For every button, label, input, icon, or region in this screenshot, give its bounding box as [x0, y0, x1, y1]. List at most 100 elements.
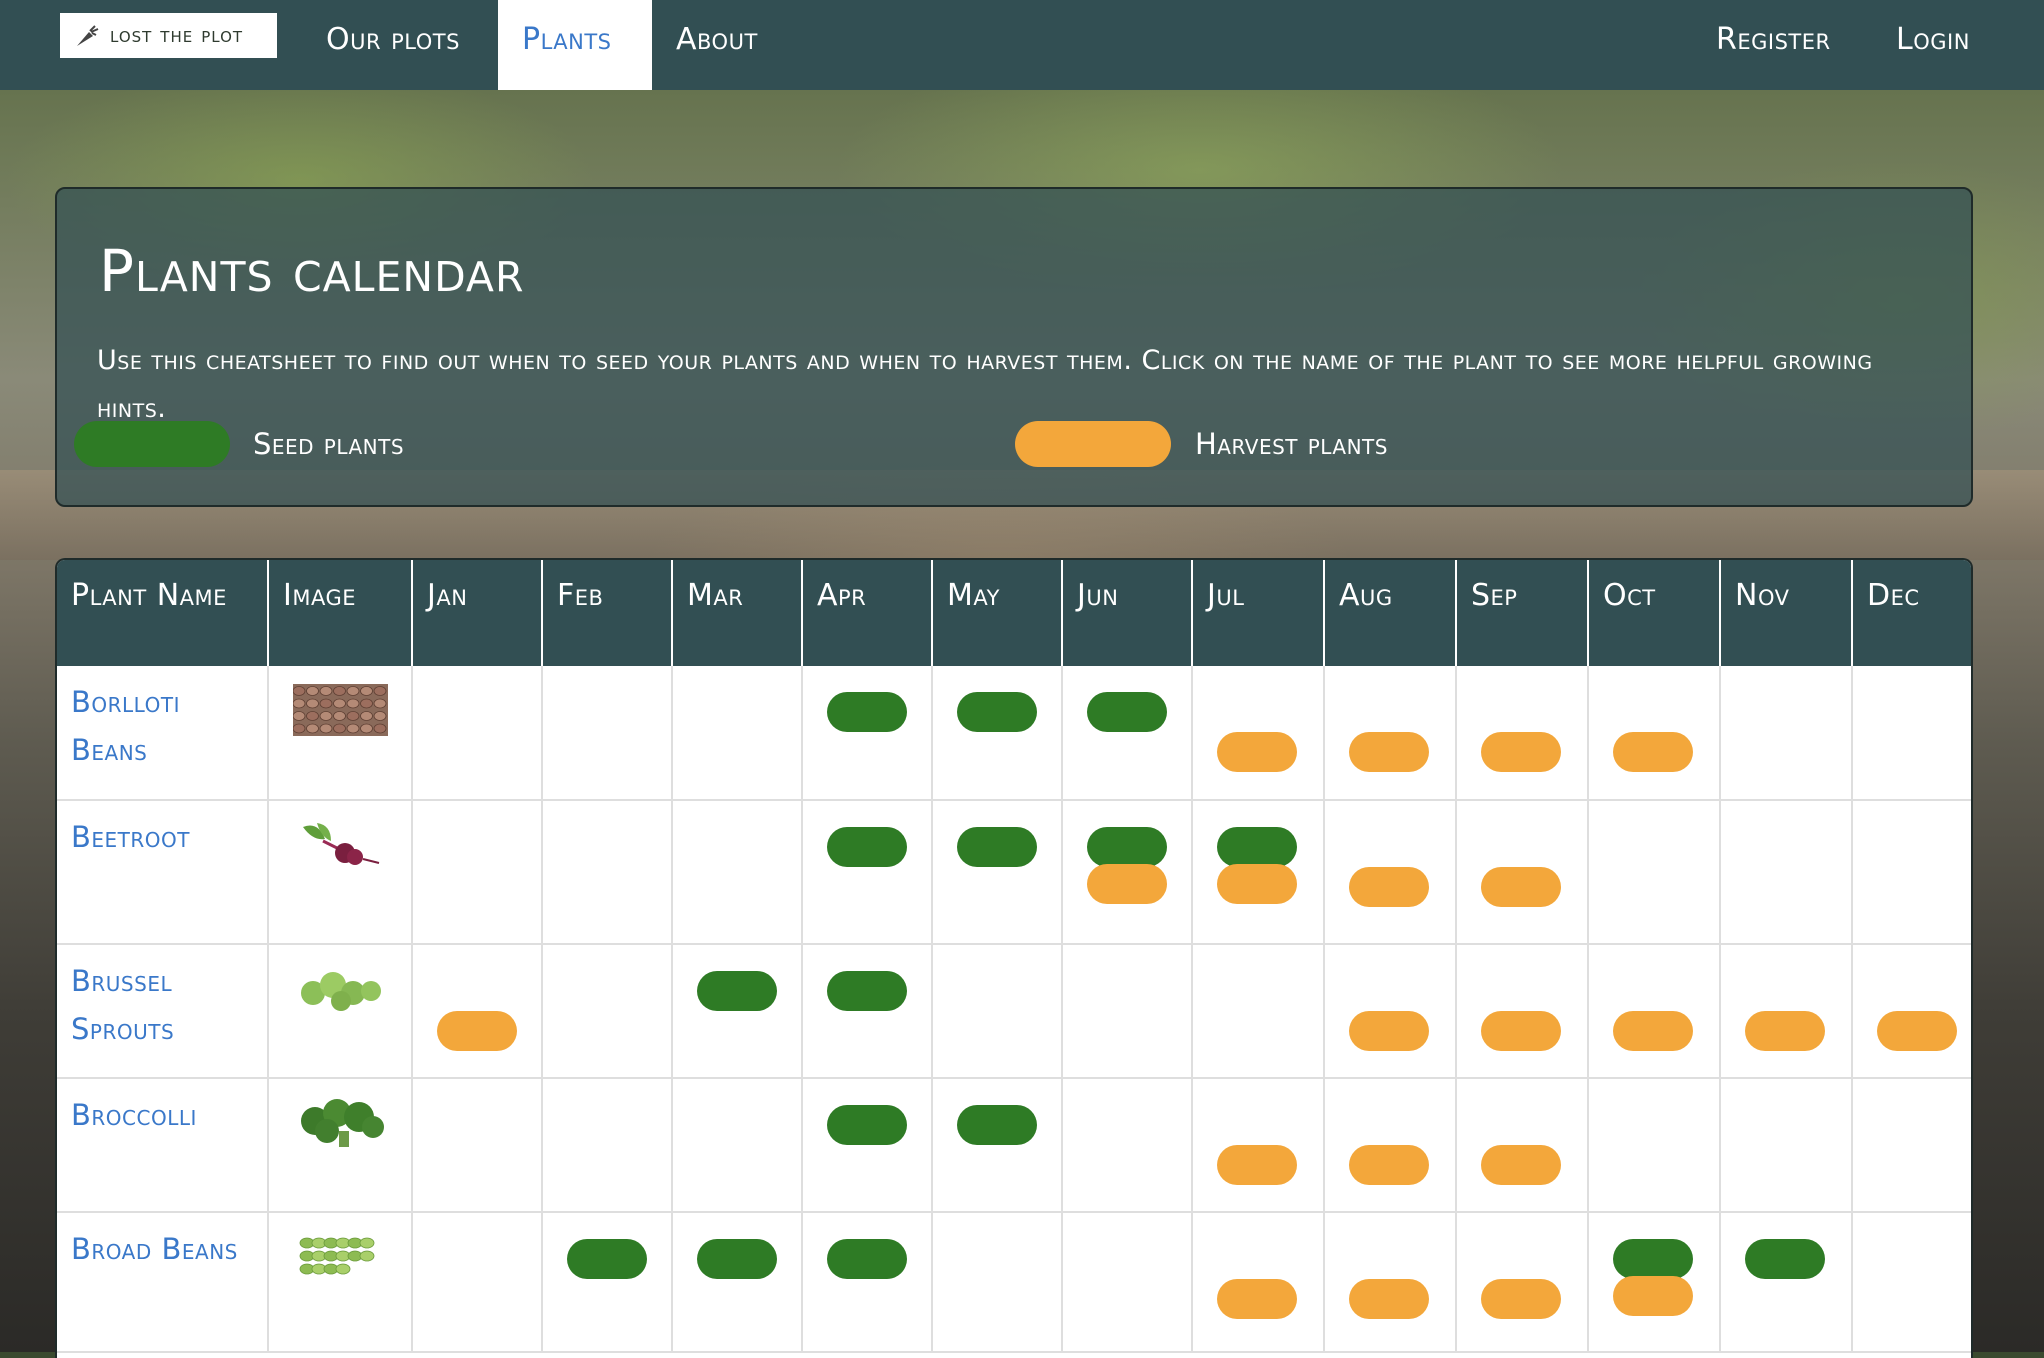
header-jul: Jul: [1192, 560, 1325, 666]
header-may: May: [932, 560, 1063, 666]
month-cell-feb: [542, 800, 673, 945]
month-cell-dec: [1852, 1212, 1971, 1353]
harvest-indicator: [1349, 1145, 1429, 1185]
seed-indicator: [827, 1105, 907, 1145]
header-jan: Jan: [412, 560, 543, 666]
month-cell-may: [932, 800, 1063, 945]
month-cell-jan: [412, 944, 543, 1079]
month-cell-apr: [802, 666, 933, 801]
month-cell-nov: [1720, 666, 1853, 801]
plant-image-cell: [268, 1212, 413, 1353]
seed-indicator: [957, 692, 1037, 732]
harvest-indicator: [1481, 1011, 1561, 1051]
month-cell-jan: [412, 666, 543, 801]
month-cell-feb: [542, 944, 673, 1079]
month-cell-oct: [1588, 800, 1721, 945]
page-title: Plants calendar: [99, 237, 525, 305]
month-cell-apr: [802, 800, 933, 945]
header-plant-name: Plant Name: [57, 560, 269, 666]
month-cell-apr: [802, 1212, 933, 1353]
plant-name-cell: Broccolli: [57, 1078, 269, 1213]
plant-name-link[interactable]: Beetroot: [71, 813, 253, 861]
hero-panel: Plants calendar Use this cheatsheet to f…: [55, 187, 1973, 507]
seed-indicator: [1217, 827, 1297, 867]
month-cell-sep: [1456, 944, 1589, 1079]
legend-harvest-swatch: [1015, 421, 1171, 467]
harvest-indicator: [1481, 1145, 1561, 1185]
month-cell-jun: [1062, 800, 1193, 945]
header-aug: Aug: [1324, 560, 1457, 666]
month-cell-sep: [1456, 800, 1589, 945]
month-cell-jul: [1192, 1078, 1325, 1213]
header-dec: Dec: [1852, 560, 1971, 666]
table-row: Broccolli: [57, 1078, 1971, 1213]
month-cell-aug: [1324, 666, 1457, 801]
harvest-indicator: [437, 1011, 517, 1051]
month-cell-nov: [1720, 1212, 1853, 1353]
plant-name-cell: Borlloti Beans: [57, 666, 269, 801]
table-row: Beetroot: [57, 800, 1971, 945]
month-cell-may: [932, 944, 1063, 1079]
header-nov: Nov: [1720, 560, 1853, 666]
harvest-indicator: [1217, 864, 1297, 904]
month-cell-aug: [1324, 800, 1457, 945]
nav-about[interactable]: About: [652, 0, 772, 90]
month-cell-jan: [412, 1212, 543, 1353]
legend-harvest-label: Harvest plants: [1195, 427, 1388, 461]
month-cell-nov: [1720, 1078, 1853, 1213]
month-cell-may: [932, 1078, 1063, 1213]
broccoli-photo: [293, 1097, 388, 1149]
month-cell-mar: [672, 1078, 803, 1213]
month-cell-dec: [1852, 666, 1971, 801]
plant-name-cell: Broad Beans: [57, 1212, 269, 1353]
brand-logo[interactable]: lost the plot: [60, 13, 277, 58]
plant-name-link[interactable]: Brussel Sprouts: [71, 957, 253, 1053]
month-cell-oct: [1588, 1078, 1721, 1213]
table-row: Brussel Sprouts: [57, 944, 1971, 1079]
harvest-indicator: [1217, 732, 1297, 772]
seed-indicator: [1087, 692, 1167, 732]
month-cell-jun: [1062, 666, 1193, 801]
nav-register[interactable]: Register: [1692, 0, 1872, 90]
plant-name-link[interactable]: Broccolli: [71, 1091, 253, 1139]
plant-image-cell: [268, 1078, 413, 1213]
legend-seed-swatch: [74, 421, 230, 467]
nav-our-plots[interactable]: Our plots: [302, 0, 502, 90]
month-cell-apr: [802, 1078, 933, 1213]
nav-plants[interactable]: Plants: [498, 0, 652, 90]
harvest-indicator: [1481, 867, 1561, 907]
plant-name-link[interactable]: Borlloti Beans: [71, 678, 253, 774]
month-cell-sep: [1456, 666, 1589, 801]
seed-indicator: [1613, 1239, 1693, 1279]
harvest-indicator: [1217, 1279, 1297, 1319]
seed-indicator: [827, 971, 907, 1011]
plant-name-link[interactable]: Broad Beans: [71, 1225, 253, 1273]
harvest-indicator: [1745, 1011, 1825, 1051]
nav-login[interactable]: Login: [1872, 0, 1992, 90]
month-cell-jun: [1062, 1078, 1193, 1213]
harvest-indicator: [1613, 1276, 1693, 1316]
month-cell-mar: [672, 1212, 803, 1353]
header-oct: Oct: [1588, 560, 1721, 666]
month-cell-dec: [1852, 800, 1971, 945]
harvest-indicator: [1877, 1011, 1957, 1051]
page-description: Use this cheatsheet to find out when to …: [97, 345, 1873, 424]
harvest-indicator: [1481, 732, 1561, 772]
beetroot-photo: [293, 819, 388, 871]
seed-indicator: [697, 971, 777, 1011]
harvest-indicator: [1217, 1145, 1297, 1185]
harvest-indicator: [1613, 1011, 1693, 1051]
month-cell-apr: [802, 944, 933, 1079]
month-cell-nov: [1720, 944, 1853, 1079]
seed-indicator: [827, 692, 907, 732]
month-cell-sep: [1456, 1078, 1589, 1213]
broad-beans-photo: [293, 1231, 388, 1283]
month-cell-jan: [412, 800, 543, 945]
seed-indicator: [827, 827, 907, 867]
header-apr: Apr: [802, 560, 933, 666]
month-cell-feb: [542, 1212, 673, 1353]
header-sep: Sep: [1456, 560, 1589, 666]
plants-calendar-table: Plant Name Image Jan Feb Mar Apr May Jun…: [55, 558, 1973, 1358]
month-cell-may: [932, 1212, 1063, 1353]
table-row: Borlloti Beans: [57, 666, 1971, 801]
